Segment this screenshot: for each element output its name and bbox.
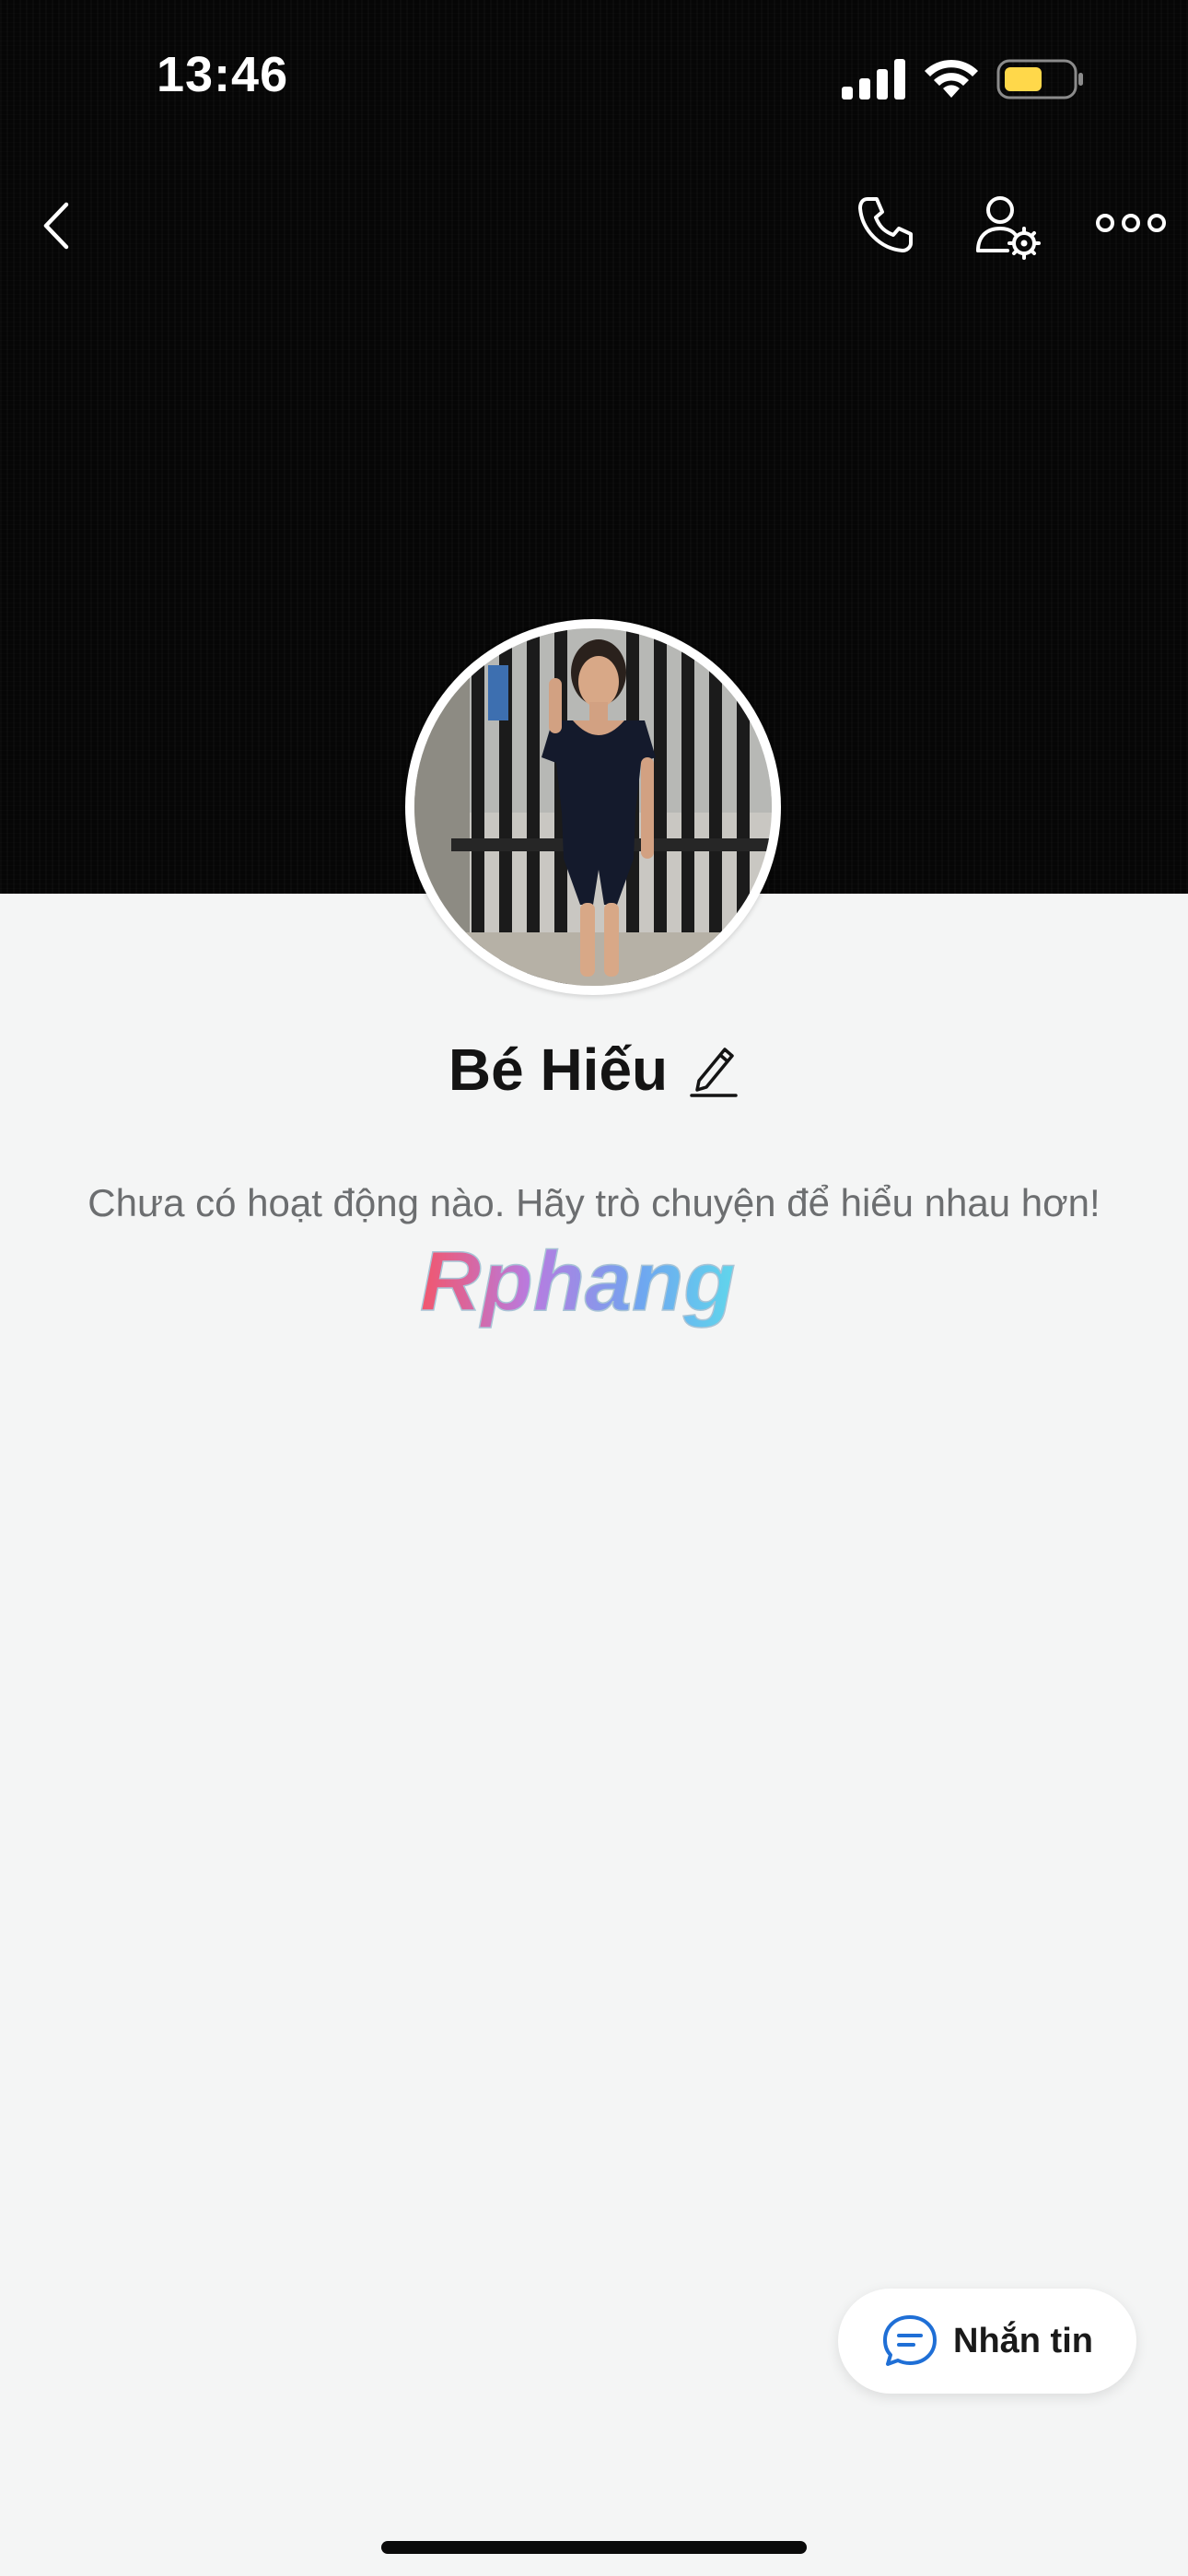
phone-icon[interactable] (851, 192, 917, 258)
user-settings-icon[interactable] (973, 190, 1042, 260)
message-button[interactable]: Nhắn tin (838, 2289, 1136, 2394)
watermark-logo: Rphang (419, 1234, 736, 1329)
svg-text:Rphang: Rphang (420, 1235, 735, 1329)
home-indicator[interactable] (381, 2541, 807, 2554)
activity-empty-text: Chưa có hoạt động nào. Hãy trò chuyện để… (87, 1181, 1101, 1224)
more-icon[interactable] (1094, 205, 1168, 241)
profile-name: Bé Hiếu (448, 1036, 669, 1103)
avatar[interactable] (405, 619, 781, 995)
profile-name-row: Bé Hiếu (0, 1036, 1188, 1118)
avatar-photo (414, 628, 772, 986)
message-button-label: Nhắn tin (953, 2321, 1093, 2360)
battery-icon (996, 59, 1083, 100)
wifi-icon (925, 59, 978, 98)
status-time: 13:46 (157, 47, 289, 102)
signal-icon (842, 59, 905, 100)
profile-screen: 13:46 Bé Hiếu Chưa có hoạt động nào. Hãy… (0, 0, 1188, 2576)
pencil-icon[interactable] (688, 1042, 740, 1097)
chat-bubble-icon (883, 2315, 937, 2366)
back-icon[interactable] (33, 193, 81, 258)
